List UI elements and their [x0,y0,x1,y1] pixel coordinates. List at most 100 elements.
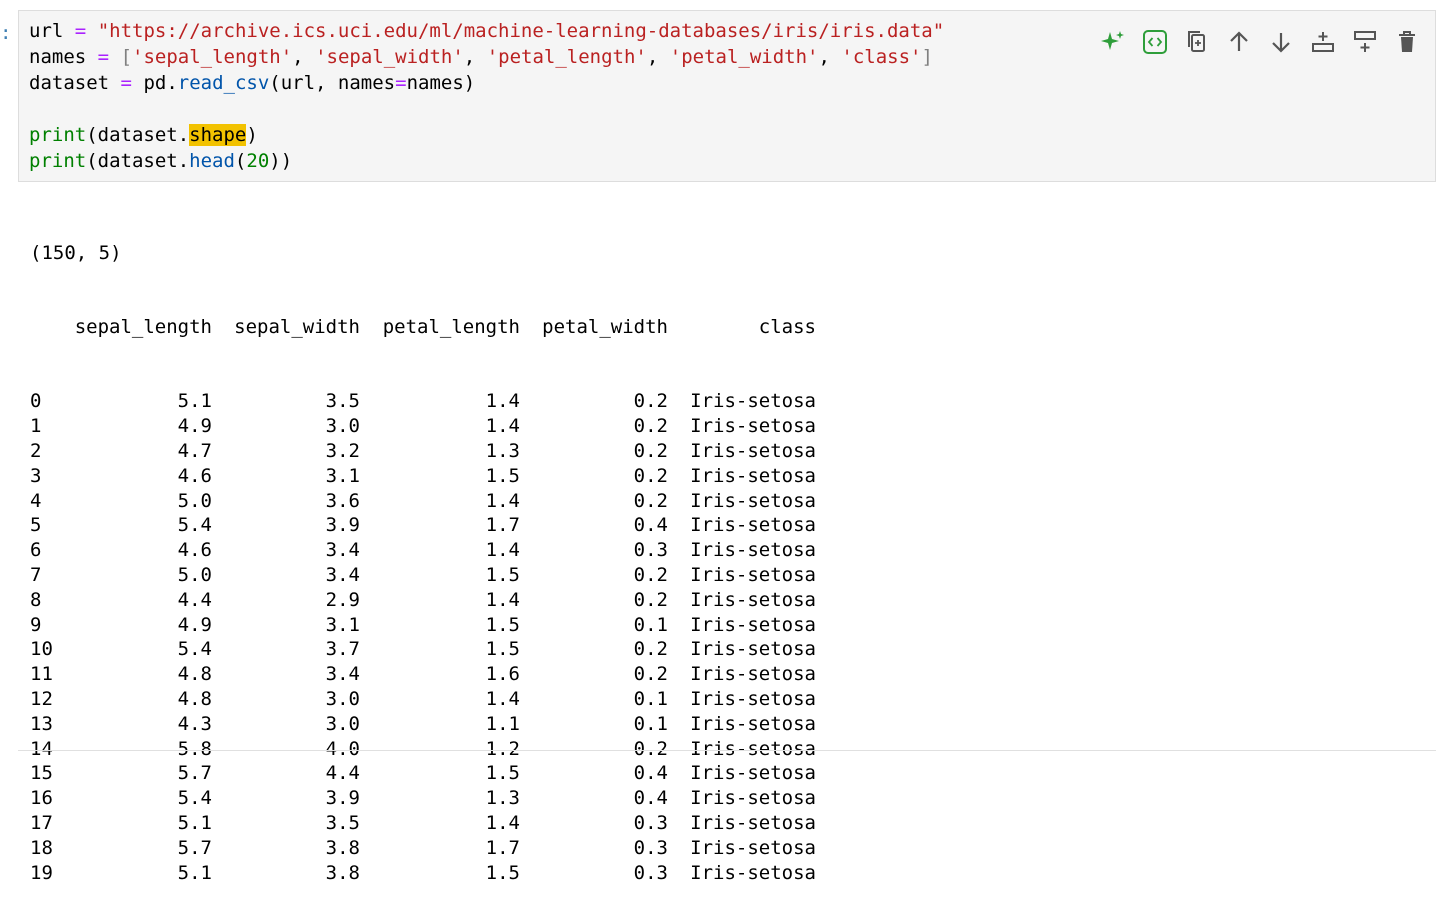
insert-cell-below-button[interactable] [1351,28,1379,56]
row-index: 11 [30,663,53,686]
table-cell: 0.3 [633,539,668,562]
table-cell: Iris-setosa [690,390,816,413]
row-index: 2 [30,439,42,462]
shape-output: (150, 5) [30,241,122,264]
column-header: sepal_width [234,315,360,338]
move-down-button[interactable] [1267,28,1295,56]
table-cell: 3.9 [325,787,360,810]
row-index: 7 [30,563,42,586]
row-index: 9 [30,613,42,636]
table-row: 15 5.7 4.4 1.5 0.4 Iris-setosa [30,761,816,786]
table-cell: Iris-setosa [690,563,816,586]
table-cell: 3.7 [325,638,360,661]
table-cell: 0.2 [633,489,668,512]
table-cell: 3.0 [325,687,360,710]
column-header: petal_length [382,315,520,338]
table-row: 11 4.8 3.4 1.6 0.2 Iris-setosa [30,662,816,687]
copy-icon [1188,31,1205,52]
row-index: 13 [30,712,53,735]
table-cell: Iris-setosa [690,712,816,735]
table-cell: Iris-setosa [690,489,816,512]
table-cell: 0.2 [633,439,668,462]
table-row: 9 4.9 3.1 1.5 0.1 Iris-setosa [30,613,816,638]
table-row: 19 5.1 3.8 1.5 0.3 Iris-setosa [30,861,816,886]
insert-below-icon [1354,31,1376,52]
row-index: 10 [30,638,53,661]
table-cell: Iris-setosa [690,811,816,834]
table-cell: 0.2 [633,737,668,760]
row-index: 14 [30,737,53,760]
table-row: 5 5.4 3.9 1.7 0.4 Iris-setosa [30,513,816,538]
table-cell: 0.1 [633,613,668,636]
code-block[interactable]: url = "https://archive.ics.uci.edu/ml/ma… [29,18,944,174]
highlighted-match: shape [189,124,247,146]
table-cell: 0.3 [633,861,668,884]
table-row: 2 4.7 3.2 1.3 0.2 Iris-setosa [30,439,816,464]
table-row: 3 4.6 3.1 1.5 0.2 Iris-setosa [30,464,816,489]
table-cell: Iris-setosa [690,415,816,438]
dataframe-header: sepal_length sepal_width petal_length pe… [30,315,816,340]
table-cell: 5.4 [177,787,212,810]
table-cell: Iris-setosa [690,588,816,611]
row-index: 17 [30,811,53,834]
table-cell: 0.1 [633,712,668,735]
table-cell: 4.4 [325,762,360,785]
ai-assist-button[interactable] [1099,28,1127,56]
table-cell: 1.4 [485,687,520,710]
code-icon [1143,30,1167,54]
row-index: 3 [30,464,42,487]
table-cell: 3.2 [325,439,360,462]
table-row: 4 5.0 3.6 1.4 0.2 Iris-setosa [30,489,816,514]
format-code-button[interactable] [1141,28,1169,56]
table-cell: 3.8 [325,836,360,859]
table-cell: Iris-setosa [690,613,816,636]
table-cell: 0.4 [633,514,668,537]
table-cell: 1.6 [485,663,520,686]
table-cell: 5.7 [177,836,212,859]
table-row: 18 5.7 3.8 1.7 0.3 Iris-setosa [30,836,816,861]
row-index: 18 [30,836,53,859]
table-cell: 3.4 [325,539,360,562]
table-row: 12 4.8 3.0 1.4 0.1 Iris-setosa [30,687,816,712]
table-cell: 3.8 [325,861,360,884]
code-line-1: url = "https://archive.ics.uci.edu/ml/ma… [29,20,945,42]
table-cell: 0.2 [633,638,668,661]
table-cell: Iris-setosa [690,836,816,859]
table-cell: 5.0 [177,563,212,586]
row-index: 1 [30,415,42,438]
table-cell: 1.7 [485,836,520,859]
column-header: class [758,315,816,338]
table-cell: 1.5 [485,762,520,785]
arrow-down-icon [1272,33,1290,53]
table-cell: Iris-setosa [690,737,816,760]
table-row: 17 5.1 3.5 1.4 0.3 Iris-setosa [30,811,816,836]
trash-icon [1399,31,1415,52]
move-up-button[interactable] [1225,28,1253,56]
code-line-6: print(dataset.head(20)) [29,150,293,172]
table-cell: 3.9 [325,514,360,537]
table-cell: 5.1 [177,861,212,884]
table-cell: 1.7 [485,514,520,537]
duplicate-cell-button[interactable] [1183,28,1211,56]
table-cell: 1.5 [485,613,520,636]
table-cell: Iris-setosa [690,464,816,487]
code-cell-editor[interactable]: url = "https://archive.ics.uci.edu/ml/ma… [18,10,1436,182]
table-cell: Iris-setosa [690,439,816,462]
insert-cell-above-button[interactable] [1309,28,1337,56]
url-string: "https://archive.ics.uci.edu/ml/machine-… [97,20,945,42]
table-cell: 1.5 [485,638,520,661]
cell-toolbar [1099,27,1421,57]
cell-output: (150, 5) sepal_length sepal_width petal_… [30,191,816,910]
row-index: 15 [30,762,53,785]
table-cell: 1.3 [485,787,520,810]
cell-divider [18,750,1436,751]
table-cell: 0.4 [633,762,668,785]
table-cell: 3.5 [325,390,360,413]
table-cell: Iris-setosa [690,861,816,884]
table-cell: 5.0 [177,489,212,512]
delete-cell-button[interactable] [1393,28,1421,56]
table-cell: 4.3 [177,712,212,735]
table-cell: 4.9 [177,415,212,438]
table-cell: 4.4 [177,588,212,611]
